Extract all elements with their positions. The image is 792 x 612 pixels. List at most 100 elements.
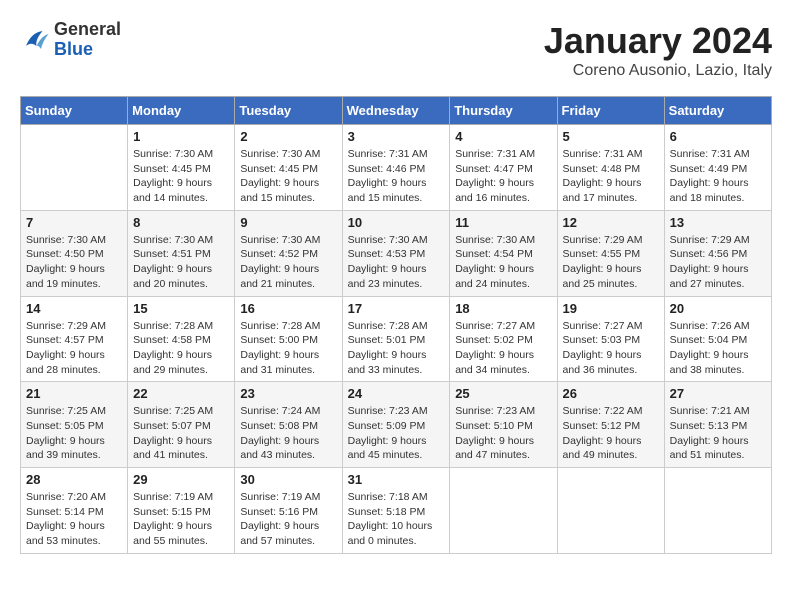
calendar-cell: 13 Sunrise: 7:29 AMSunset: 4:56 PMDayligh… xyxy=(664,210,771,296)
day-info: Sunrise: 7:25 AMSunset: 5:07 PMDaylight:… xyxy=(133,404,229,463)
calendar-cell: 28 Sunrise: 7:20 AMSunset: 5:14 PMDayligh… xyxy=(21,468,128,554)
day-info: Sunrise: 7:30 AMSunset: 4:53 PMDaylight:… xyxy=(348,233,445,292)
calendar-cell: 29Sunrise: 7:19 AMSunset: 5:15 PMDayligh… xyxy=(128,468,235,554)
day-info: Sunrise: 7:22 AMSunset: 5:12 PMDaylight:… xyxy=(563,404,659,463)
calendar-cell: 16 Sunrise: 7:28 AMSunset: 5:00 PMDayligh… xyxy=(235,296,342,382)
day-number: 17 xyxy=(348,301,445,316)
day-info: Sunrise: 7:30 AMSunset: 4:54 PMDaylight:… xyxy=(455,233,551,292)
day-info: Sunrise: 7:30 AMSunset: 4:45 PMDaylight:… xyxy=(240,147,336,206)
logo-general: General xyxy=(54,20,121,40)
logo-blue: Blue xyxy=(54,40,121,60)
day-number: 19 xyxy=(563,301,659,316)
day-info: Sunrise: 7:30 AMSunset: 4:50 PMDaylight:… xyxy=(26,233,122,292)
calendar-cell: 5Sunrise: 7:31 AMSunset: 4:48 PMDaylight… xyxy=(557,125,664,211)
day-number: 2 xyxy=(240,129,336,144)
day-info: Sunrise: 7:23 AMSunset: 5:09 PMDaylight:… xyxy=(348,404,445,463)
calendar-cell: 8 Sunrise: 7:30 AMSunset: 4:51 PMDaylight… xyxy=(128,210,235,296)
day-info: Sunrise: 7:25 AMSunset: 5:05 PMDaylight:… xyxy=(26,404,122,463)
day-info: Sunrise: 7:28 AMSunset: 4:58 PMDaylight:… xyxy=(133,319,229,378)
day-info: Sunrise: 7:30 AMSunset: 4:45 PMDaylight:… xyxy=(133,147,229,206)
day-number: 7 xyxy=(26,215,122,230)
weekday-header-saturday: Saturday xyxy=(664,97,771,125)
day-info: Sunrise: 7:20 AMSunset: 5:14 PMDaylight:… xyxy=(26,490,122,549)
calendar-cell: 22Sunrise: 7:25 AMSunset: 5:07 PMDayligh… xyxy=(128,382,235,468)
day-info: Sunrise: 7:19 AMSunset: 5:16 PMDaylight:… xyxy=(240,490,336,549)
calendar-cell: 10 Sunrise: 7:30 AMSunset: 4:53 PMDayligh… xyxy=(342,210,450,296)
day-info: Sunrise: 7:27 AMSunset: 5:02 PMDaylight:… xyxy=(455,319,551,378)
day-number: 26 xyxy=(563,386,659,401)
day-number: 28 xyxy=(26,472,122,487)
calendar-cell: 12Sunrise: 7:29 AMSunset: 4:55 PMDayligh… xyxy=(557,210,664,296)
logo-text: General Blue xyxy=(54,20,121,60)
weekday-header-wednesday: Wednesday xyxy=(342,97,450,125)
day-number: 20 xyxy=(670,301,766,316)
calendar-cell: 21 Sunrise: 7:25 AMSunset: 5:05 PMDayligh… xyxy=(21,382,128,468)
day-number: 31 xyxy=(348,472,445,487)
logo: General Blue xyxy=(20,20,121,60)
day-number: 11 xyxy=(455,215,551,230)
weekday-header-friday: Friday xyxy=(557,97,664,125)
day-number: 18 xyxy=(455,301,551,316)
day-number: 30 xyxy=(240,472,336,487)
calendar-cell: 1 Sunrise: 7:30 AMSunset: 4:45 PMDaylight… xyxy=(128,125,235,211)
calendar-cell: 14 Sunrise: 7:29 AMSunset: 4:57 PMDayligh… xyxy=(21,296,128,382)
day-number: 29 xyxy=(133,472,229,487)
calendar-cell: 4Sunrise: 7:31 AMSunset: 4:47 PMDaylight… xyxy=(450,125,557,211)
day-number: 1 xyxy=(133,129,229,144)
calendar-cell: 17 Sunrise: 7:28 AMSunset: 5:01 PMDayligh… xyxy=(342,296,450,382)
month-title: January 2024 xyxy=(544,20,772,62)
calendar-cell: 26 Sunrise: 7:22 AMSunset: 5:12 PMDayligh… xyxy=(557,382,664,468)
day-info: Sunrise: 7:30 AMSunset: 4:51 PMDaylight:… xyxy=(133,233,229,292)
day-number: 23 xyxy=(240,386,336,401)
calendar-cell xyxy=(450,468,557,554)
day-info: Sunrise: 7:28 AMSunset: 5:01 PMDaylight:… xyxy=(348,319,445,378)
day-info: Sunrise: 7:26 AMSunset: 5:04 PMDaylight:… xyxy=(670,319,766,378)
weekday-header-row: SundayMondayTuesdayWednesdayThursdayFrid… xyxy=(21,97,772,125)
day-number: 3 xyxy=(348,129,445,144)
calendar-cell: 24 Sunrise: 7:23 AMSunset: 5:09 PMDayligh… xyxy=(342,382,450,468)
bird-icon xyxy=(20,25,50,55)
day-info: Sunrise: 7:23 AMSunset: 5:10 PMDaylight:… xyxy=(455,404,551,463)
day-number: 9 xyxy=(240,215,336,230)
calendar-cell: 25Sunrise: 7:23 AMSunset: 5:10 PMDayligh… xyxy=(450,382,557,468)
day-number: 24 xyxy=(348,386,445,401)
day-number: 27 xyxy=(670,386,766,401)
week-row-2: 7 Sunrise: 7:30 AMSunset: 4:50 PMDaylight… xyxy=(21,210,772,296)
day-number: 16 xyxy=(240,301,336,316)
weekday-header-sunday: Sunday xyxy=(21,97,128,125)
day-number: 10 xyxy=(348,215,445,230)
calendar-cell: 11 Sunrise: 7:30 AMSunset: 4:54 PMDayligh… xyxy=(450,210,557,296)
calendar-cell: 31 Sunrise: 7:18 AMSunset: 5:18 PMDayligh… xyxy=(342,468,450,554)
calendar: SundayMondayTuesdayWednesdayThursdayFrid… xyxy=(20,96,772,554)
day-info: Sunrise: 7:21 AMSunset: 5:13 PMDaylight:… xyxy=(670,404,766,463)
calendar-cell: 2 Sunrise: 7:30 AMSunset: 4:45 PMDaylight… xyxy=(235,125,342,211)
title-section: January 2024 Coreno Ausonio, Lazio, Ital… xyxy=(544,20,772,80)
day-number: 21 xyxy=(26,386,122,401)
day-info: Sunrise: 7:31 AMSunset: 4:47 PMDaylight:… xyxy=(455,147,551,206)
location-title: Coreno Ausonio, Lazio, Italy xyxy=(544,62,772,80)
day-number: 15 xyxy=(133,301,229,316)
day-info: Sunrise: 7:31 AMSunset: 4:46 PMDaylight:… xyxy=(348,147,445,206)
day-info: Sunrise: 7:29 AMSunset: 4:56 PMDaylight:… xyxy=(670,233,766,292)
day-number: 13 xyxy=(670,215,766,230)
calendar-cell: 15 Sunrise: 7:28 AMSunset: 4:58 PMDayligh… xyxy=(128,296,235,382)
day-info: Sunrise: 7:27 AMSunset: 5:03 PMDaylight:… xyxy=(563,319,659,378)
calendar-cell: 20 Sunrise: 7:26 AMSunset: 5:04 PMDayligh… xyxy=(664,296,771,382)
day-number: 8 xyxy=(133,215,229,230)
day-info: Sunrise: 7:31 AMSunset: 4:49 PMDaylight:… xyxy=(670,147,766,206)
calendar-cell: 9Sunrise: 7:30 AMSunset: 4:52 PMDaylight… xyxy=(235,210,342,296)
day-number: 6 xyxy=(670,129,766,144)
week-row-4: 21 Sunrise: 7:25 AMSunset: 5:05 PMDayligh… xyxy=(21,382,772,468)
day-info: Sunrise: 7:18 AMSunset: 5:18 PMDaylight:… xyxy=(348,490,445,549)
calendar-cell: 7 Sunrise: 7:30 AMSunset: 4:50 PMDaylight… xyxy=(21,210,128,296)
day-info: Sunrise: 7:28 AMSunset: 5:00 PMDaylight:… xyxy=(240,319,336,378)
calendar-cell: 23 Sunrise: 7:24 AMSunset: 5:08 PMDayligh… xyxy=(235,382,342,468)
header: General Blue January 2024 Coreno Ausonio… xyxy=(20,20,772,80)
week-row-3: 14 Sunrise: 7:29 AMSunset: 4:57 PMDayligh… xyxy=(21,296,772,382)
day-number: 14 xyxy=(26,301,122,316)
day-info: Sunrise: 7:29 AMSunset: 4:57 PMDaylight:… xyxy=(26,319,122,378)
week-row-5: 28 Sunrise: 7:20 AMSunset: 5:14 PMDayligh… xyxy=(21,468,772,554)
weekday-header-thursday: Thursday xyxy=(450,97,557,125)
weekday-header-tuesday: Tuesday xyxy=(235,97,342,125)
day-info: Sunrise: 7:24 AMSunset: 5:08 PMDaylight:… xyxy=(240,404,336,463)
